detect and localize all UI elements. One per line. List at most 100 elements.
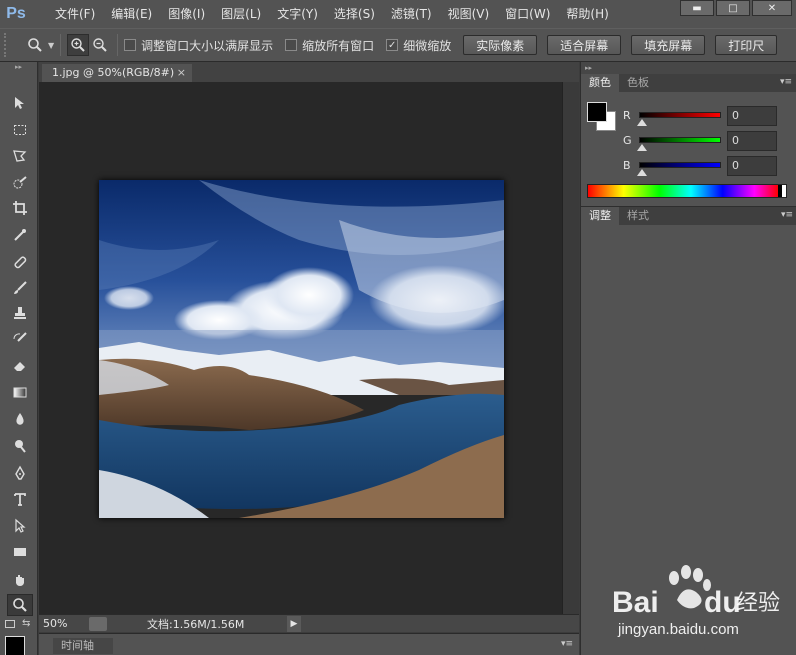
vertical-scrollbar[interactable] bbox=[562, 82, 579, 614]
move-tool-icon[interactable] bbox=[7, 92, 33, 114]
slider-track[interactable] bbox=[639, 112, 721, 118]
red-value-input[interactable]: 0 bbox=[727, 106, 777, 126]
type-tool-icon[interactable] bbox=[7, 488, 33, 510]
fill-screen-button[interactable]: 填充屏幕 bbox=[631, 35, 706, 55]
zoom-in-icon[interactable] bbox=[67, 34, 90, 56]
menu-image[interactable]: 图像(I) bbox=[160, 0, 213, 28]
tab-swatches[interactable]: 色板 bbox=[619, 74, 657, 92]
checkbox-label: 调整窗口大小以满屏显示 bbox=[141, 38, 274, 53]
slider-label: B bbox=[623, 159, 631, 172]
menu-view[interactable]: 视图(V) bbox=[440, 0, 498, 28]
menu-edit[interactable]: 编辑(E) bbox=[103, 0, 160, 28]
resize-windows-checkbox[interactable]: 调整窗口大小以满屏显示 bbox=[124, 37, 273, 54]
menu-filter[interactable]: 滤镜(T) bbox=[383, 0, 440, 28]
adjustments-panel: 调整 样式 ▾≡ bbox=[581, 206, 796, 655]
lasso-tool-icon[interactable] bbox=[7, 145, 33, 167]
foreground-color-swatch[interactable] bbox=[5, 636, 25, 655]
panel-menu-icon[interactable]: ▾≡ bbox=[781, 210, 793, 220]
green-slider[interactable]: G 0 bbox=[623, 131, 793, 153]
brush-tool-icon[interactable] bbox=[7, 277, 33, 299]
color-panel-tabs: 颜色 色板 ▾≡ bbox=[581, 74, 796, 92]
checkbox-label: 细微缩放 bbox=[403, 38, 452, 53]
tab-timeline[interactable]: 时间轴 bbox=[53, 638, 113, 654]
gradient-tool-icon[interactable] bbox=[7, 381, 33, 403]
zoom-tool-icon[interactable] bbox=[7, 594, 33, 616]
zoom-out-icon[interactable] bbox=[89, 34, 111, 56]
slider-track[interactable] bbox=[639, 162, 721, 168]
divider bbox=[117, 34, 119, 56]
crop-tool-icon[interactable] bbox=[7, 197, 33, 219]
checkbox-box[interactable] bbox=[285, 39, 298, 51]
actual-pixels-button[interactable]: 实际像素 bbox=[463, 35, 538, 55]
slider-thumb[interactable] bbox=[637, 119, 647, 126]
red-slider[interactable]: R 0 bbox=[623, 106, 793, 128]
healing-brush-tool-icon[interactable] bbox=[7, 251, 33, 273]
green-value-input[interactable]: 0 bbox=[727, 131, 777, 151]
options-grip[interactable] bbox=[4, 33, 10, 57]
menu-layer[interactable]: 图层(L) bbox=[213, 0, 269, 28]
slider-thumb[interactable] bbox=[637, 169, 647, 176]
maximize-button[interactable]: □ bbox=[716, 0, 750, 16]
panel-menu-icon[interactable]: ▾≡ bbox=[780, 77, 792, 87]
rectangle-tool-icon[interactable] bbox=[7, 541, 33, 563]
foreground-color-swatch[interactable] bbox=[587, 102, 607, 122]
close-tab-icon[interactable]: × bbox=[177, 64, 186, 82]
slider-thumb[interactable] bbox=[637, 144, 647, 151]
tab-color[interactable]: 颜色 bbox=[581, 74, 619, 92]
slider-label: G bbox=[623, 134, 632, 147]
divider bbox=[60, 34, 62, 56]
chevron-down-icon[interactable]: ▼ bbox=[48, 41, 54, 50]
status-menu-arrow-icon[interactable]: ▶ bbox=[287, 615, 301, 632]
menu-bar: Ps 文件(F) 编辑(E) 图像(I) 图层(L) 文字(Y) 选择(S) 滤… bbox=[0, 0, 796, 28]
menu-file[interactable]: 文件(F) bbox=[47, 0, 103, 28]
tab-styles[interactable]: 样式 bbox=[619, 207, 657, 225]
document-image[interactable] bbox=[99, 180, 504, 518]
tools-panel: ▸▸ ⇆ bbox=[0, 62, 38, 655]
slider-label: R bbox=[623, 109, 631, 122]
print-size-button[interactable]: 打印尺 bbox=[715, 35, 778, 55]
status-share-icon[interactable] bbox=[89, 616, 107, 631]
hand-tool-icon[interactable] bbox=[7, 569, 33, 591]
quick-selection-tool-icon[interactable] bbox=[7, 172, 33, 194]
checkbox-checked-box[interactable]: ✓ bbox=[386, 39, 399, 51]
history-brush-tool-icon[interactable] bbox=[7, 328, 33, 350]
minimize-button[interactable]: ▬ bbox=[680, 0, 714, 16]
blue-slider[interactable]: B 0 bbox=[623, 156, 793, 178]
close-button[interactable]: ✕ bbox=[752, 0, 792, 16]
fit-screen-button[interactable]: 适合屏幕 bbox=[547, 35, 622, 55]
clone-stamp-tool-icon[interactable] bbox=[7, 302, 33, 324]
dodge-tool-icon[interactable] bbox=[7, 435, 33, 457]
panel-menu-icon[interactable]: ▾≡ bbox=[561, 639, 573, 649]
collapse-arrows-icon[interactable]: ▸▸ bbox=[581, 62, 796, 74]
zoom-level[interactable]: 50% bbox=[39, 617, 89, 630]
photoshop-logo: Ps bbox=[6, 5, 26, 22]
tab-adjustments[interactable]: 调整 bbox=[581, 207, 619, 225]
menu-type[interactable]: 文字(Y) bbox=[269, 0, 326, 28]
document-size: 文档:1.56M/1.56M bbox=[147, 617, 245, 631]
collapse-arrows-icon[interactable]: ▸▸ bbox=[0, 62, 37, 72]
options-bar: ▼ 调整窗口大小以满屏显示 缩放所有窗口 ✓ 细微缩放 实际像素 适合屏幕 填充… bbox=[0, 28, 796, 62]
marquee-tool-icon[interactable] bbox=[7, 119, 33, 141]
pen-tool-icon[interactable] bbox=[7, 462, 33, 484]
default-colors-icon[interactable] bbox=[5, 620, 15, 628]
right-panel-dock: ▸▸ 颜色 色板 ▾≡ R 0 G 0 B 0 调整 样式 ▾≡ bbox=[580, 62, 796, 655]
zoom-tool-preset-icon[interactable] bbox=[24, 34, 46, 56]
blur-tool-icon[interactable] bbox=[7, 408, 33, 430]
zoom-all-windows-checkbox[interactable]: 缩放所有窗口 bbox=[285, 37, 374, 54]
document-tab-title: 1.jpg @ 50%(RGB/8#) bbox=[52, 66, 175, 79]
menu-items: 文件(F) 编辑(E) 图像(I) 图层(L) 文字(Y) 选择(S) 滤镜(T… bbox=[47, 0, 617, 28]
color-spectrum-ramp[interactable] bbox=[587, 184, 787, 198]
document-tab[interactable]: 1.jpg @ 50%(RGB/8#) × bbox=[42, 64, 192, 82]
path-selection-tool-icon[interactable] bbox=[7, 515, 33, 537]
menu-window[interactable]: 窗口(W) bbox=[497, 0, 558, 28]
menu-help[interactable]: 帮助(H) bbox=[558, 0, 616, 28]
slider-track[interactable] bbox=[639, 137, 721, 143]
scrubby-zoom-checkbox[interactable]: ✓ 细微缩放 bbox=[386, 37, 451, 54]
swap-colors-icon[interactable]: ⇆ bbox=[22, 618, 30, 629]
eyedropper-tool-icon[interactable] bbox=[7, 224, 33, 246]
menu-select[interactable]: 选择(S) bbox=[326, 0, 383, 28]
eraser-tool-icon[interactable] bbox=[7, 355, 33, 377]
blue-value-input[interactable]: 0 bbox=[727, 156, 777, 176]
checkbox-box[interactable] bbox=[124, 39, 137, 51]
checkbox-label: 缩放所有窗口 bbox=[302, 38, 375, 53]
